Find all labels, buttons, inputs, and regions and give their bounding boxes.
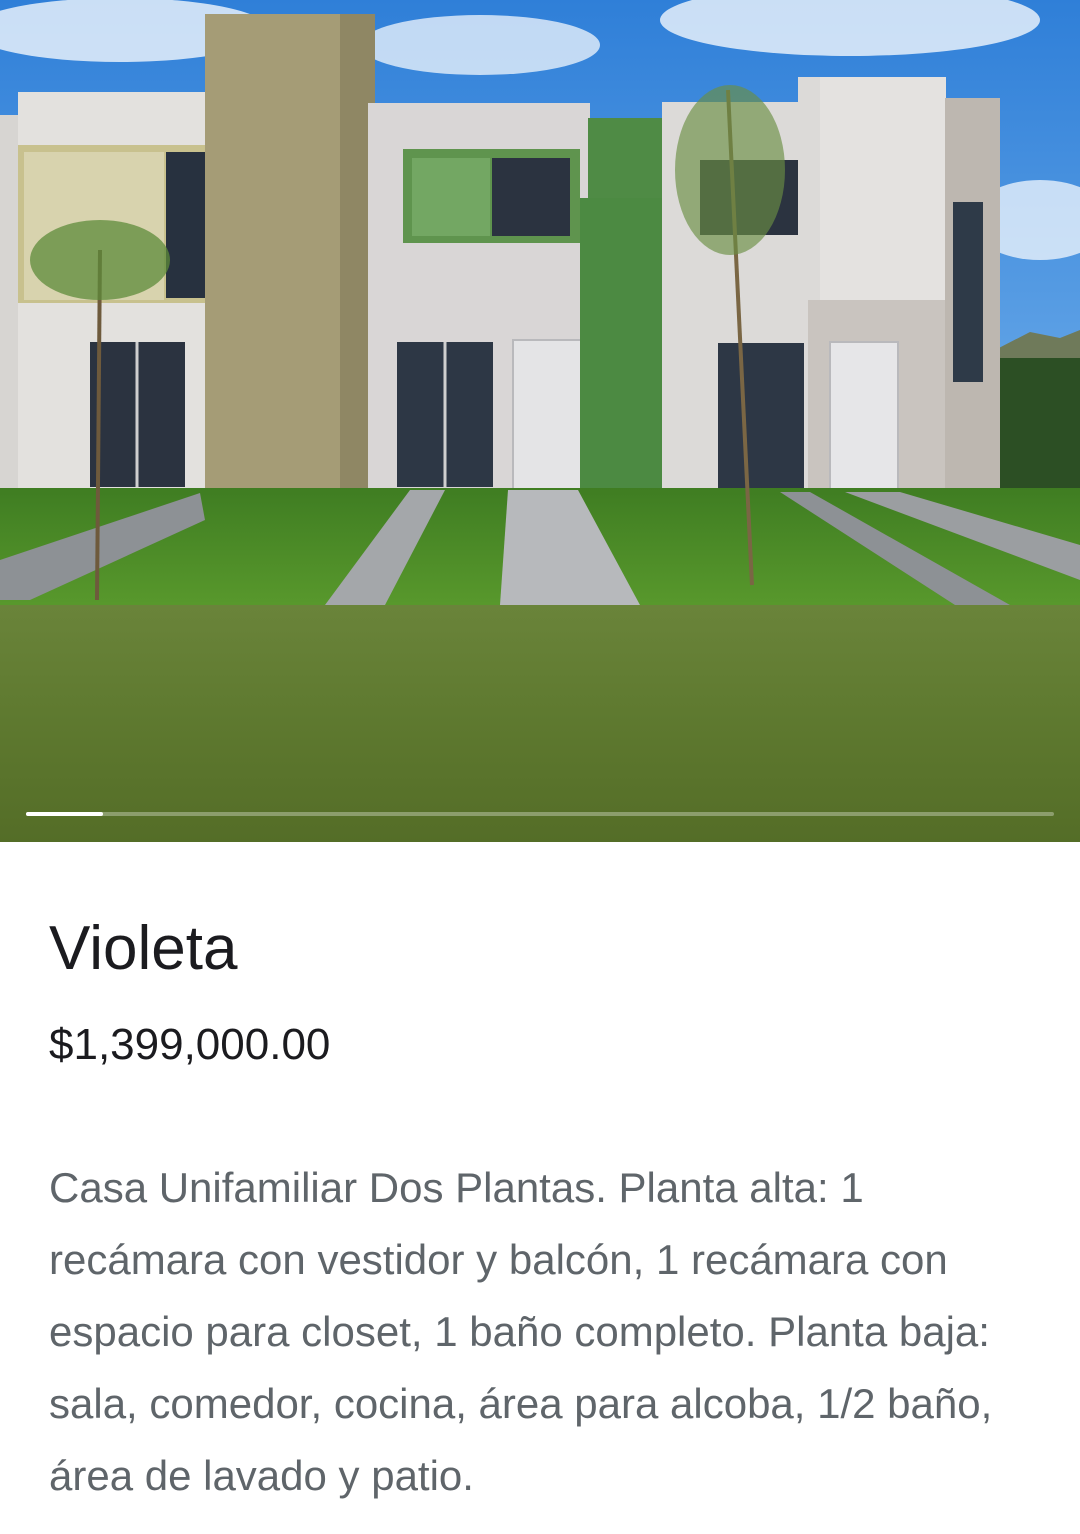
listing-title: Violeta (49, 914, 238, 983)
carousel-caption-band (0, 605, 1080, 842)
carousel-progress-indicator (26, 812, 104, 816)
listing-details: Violeta $1,399,000.00 Casa Unifamiliar D… (0, 842, 1080, 1534)
listing-description: Casa Unifamiliar Dos Plantas. Planta alt… (49, 1164, 993, 1499)
listing-page: Violeta $1,399,000.00 Casa Unifamiliar D… (0, 0, 1080, 1534)
house-photo[interactable] (0, 0, 1080, 605)
listing-price: $1,399,000.00 (49, 1020, 331, 1069)
carousel-progress-track[interactable] (26, 812, 1054, 816)
image-carousel[interactable] (0, 0, 1080, 842)
